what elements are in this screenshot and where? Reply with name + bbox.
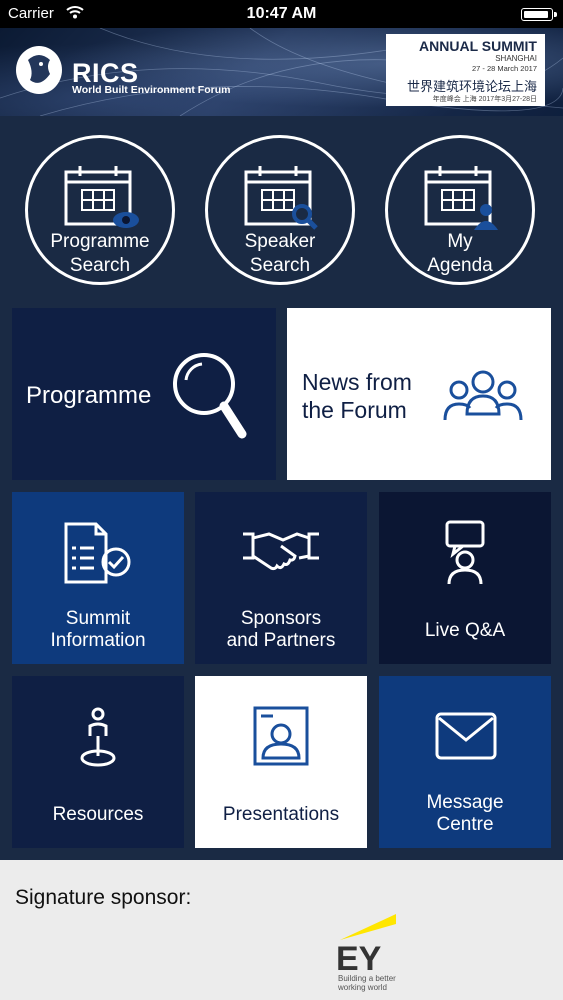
chat-person-icon: [445, 520, 485, 585]
calendar-person-icon: [424, 166, 498, 230]
live-qa-tile[interactable]: Live Q&A: [379, 492, 551, 664]
programme-search-label: Programme Search: [50, 231, 150, 276]
org-subtitle: World Built Environment Forum: [72, 84, 231, 96]
sponsors-partners-label: Sponsors and Partners: [226, 608, 336, 651]
ey-logo[interactable]: EY Building a better working world: [336, 912, 400, 992]
summit-information-tile[interactable]: Summit Information: [12, 492, 184, 664]
battery-icon: [521, 8, 557, 21]
ey-logo-text: EY: [336, 940, 382, 974]
presentations-label: Presentations: [222, 804, 340, 825]
presentations-tile[interactable]: Presentations: [195, 676, 367, 848]
sponsor-title: Signature sponsor:: [15, 886, 192, 909]
news-label: News from the Forum: [302, 369, 412, 423]
ey-tagline: Building a better working world: [338, 974, 396, 992]
status-bar: Carrier 10:47 AM: [0, 0, 563, 28]
presentation-portrait-icon: [253, 706, 309, 766]
programme-search-button[interactable]: Programme Search: [25, 135, 175, 285]
location-pin-icon: [80, 707, 116, 767]
calendar-search-icon: [244, 166, 318, 230]
programme-label: Programme: [26, 382, 152, 409]
envelope-icon: [435, 712, 497, 760]
sponsors-partners-tile[interactable]: Sponsors and Partners: [195, 492, 367, 664]
sponsor-footer: Signature sponsor:: [0, 860, 563, 1000]
my-agenda-label: My Agenda: [427, 231, 493, 276]
programme-tile[interactable]: Programme: [12, 308, 276, 480]
ey-logo-mark: EY: [336, 914, 396, 978]
summit-chinese-title: 世界建筑环境论坛上海: [406, 79, 537, 94]
handshake-icon: [243, 532, 319, 571]
summit-chinese-dates: 年度峰会 上海 2017年3月27-28日: [432, 96, 537, 103]
summit-city: SHANGHAI: [495, 54, 537, 63]
message-centre-label: Message Centre: [426, 792, 504, 835]
summit-information-label: Summit Information: [50, 608, 146, 651]
rics-lion-logo: [16, 46, 62, 94]
calendar-eye-icon: [64, 166, 139, 228]
group-icon: [443, 370, 523, 421]
speaker-search-button[interactable]: Speaker Search: [205, 135, 355, 285]
news-tile[interactable]: News from the Forum: [287, 308, 551, 480]
magnifier-icon: [173, 353, 247, 439]
live-qa-label: Live Q&A: [424, 620, 506, 641]
summit-badge: ANNUAL SUMMIT SHANGHAI 27 - 28 March 201…: [386, 34, 545, 106]
summit-title: ANNUAL SUMMIT: [419, 38, 537, 54]
my-agenda-button[interactable]: My Agenda: [385, 135, 535, 285]
clock: 10:47 AM: [246, 5, 317, 22]
summit-dates: 27 - 28 March 2017: [471, 64, 537, 73]
header-banner: RICS World Built Environment Forum ANNUA…: [0, 28, 563, 116]
resources-label: Resources: [52, 804, 144, 825]
document-check-icon: [64, 522, 131, 584]
message-centre-tile[interactable]: Message Centre: [379, 676, 551, 848]
speaker-search-label: Speaker Search: [244, 231, 316, 276]
resources-tile[interactable]: Resources: [12, 676, 184, 848]
